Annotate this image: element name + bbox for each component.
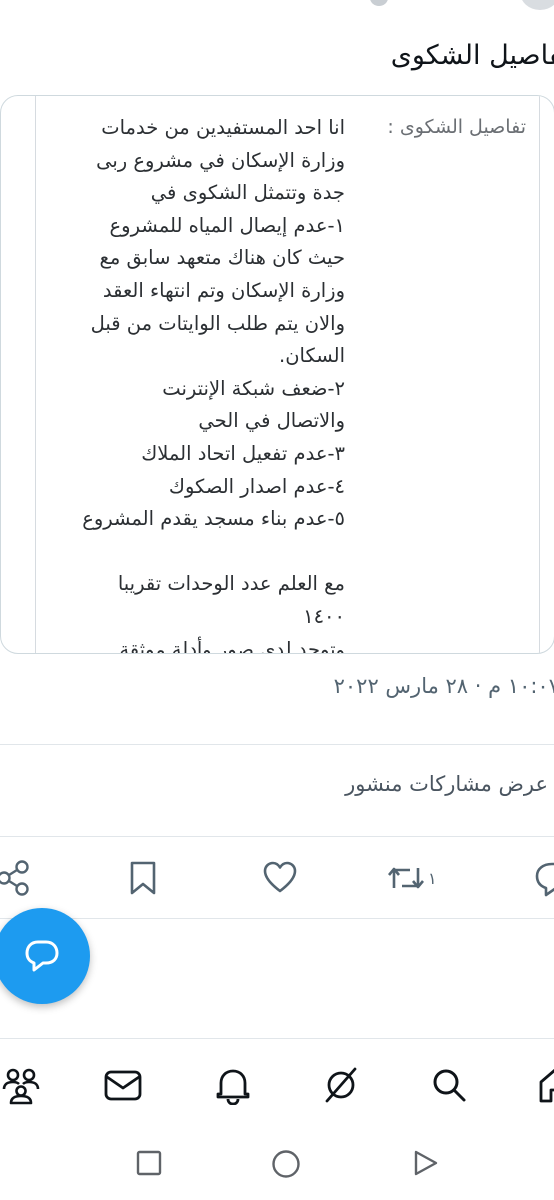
partial-avatar	[370, 0, 388, 6]
divider	[0, 1038, 554, 1039]
share-button[interactable]	[0, 858, 32, 898]
nav-notifications[interactable]	[210, 1062, 256, 1108]
compose-reply-icon	[25, 940, 59, 972]
bookmark-icon	[130, 861, 156, 895]
bell-icon	[216, 1069, 250, 1105]
retweet-icon	[388, 867, 424, 889]
reply-icon	[535, 862, 554, 897]
like-button[interactable]	[262, 858, 298, 898]
heart-icon	[263, 861, 297, 893]
tweet-text: تفاصيل الشكوى	[390, 40, 554, 71]
complaint-body: انا احد المستفيدين من خدمات وزارة الإسكا…	[82, 116, 345, 654]
compose-reply-button[interactable]	[0, 908, 90, 1004]
tweet-image-card[interactable]: تفاصيل الشكوى : انا احد المستفيدين من خد…	[0, 95, 554, 654]
form-label: تفاصيل الشكوى :	[387, 116, 526, 138]
spaces-icon	[325, 1067, 357, 1103]
divider	[0, 918, 554, 919]
top-strip	[0, 0, 554, 12]
mail-icon	[104, 1070, 142, 1101]
bookmark-button[interactable]	[128, 858, 158, 898]
retweet-button[interactable]: ١	[386, 858, 437, 898]
communities-icon	[2, 1068, 40, 1105]
back-triangle-icon	[414, 1150, 438, 1176]
reply-button[interactable]	[534, 858, 554, 898]
recents-square-icon	[136, 1150, 162, 1176]
retweet-count: ١	[428, 868, 437, 888]
recents-button[interactable]	[134, 1148, 164, 1182]
nav-communities[interactable]	[0, 1062, 44, 1108]
nav-home[interactable]	[532, 1062, 554, 1108]
nav-messages[interactable]	[100, 1062, 146, 1108]
share-icon	[0, 860, 29, 896]
partial-avatar-large	[520, 0, 554, 10]
nav-search[interactable]	[426, 1062, 472, 1108]
home-system-button[interactable]	[270, 1148, 302, 1184]
home-circle-icon	[272, 1150, 300, 1178]
home-icon	[539, 1069, 554, 1103]
divider	[0, 836, 554, 837]
tweet-timestamp[interactable]: ١٠:٠٧ م · ٢٨ مارس ٢٠٢٢	[334, 674, 554, 698]
search-icon	[433, 1069, 466, 1102]
divider	[0, 744, 554, 745]
view-quotes-link[interactable]: عرض مشاركات منشور	[345, 772, 548, 796]
nav-spaces[interactable]	[318, 1062, 364, 1108]
back-button[interactable]	[410, 1148, 440, 1182]
